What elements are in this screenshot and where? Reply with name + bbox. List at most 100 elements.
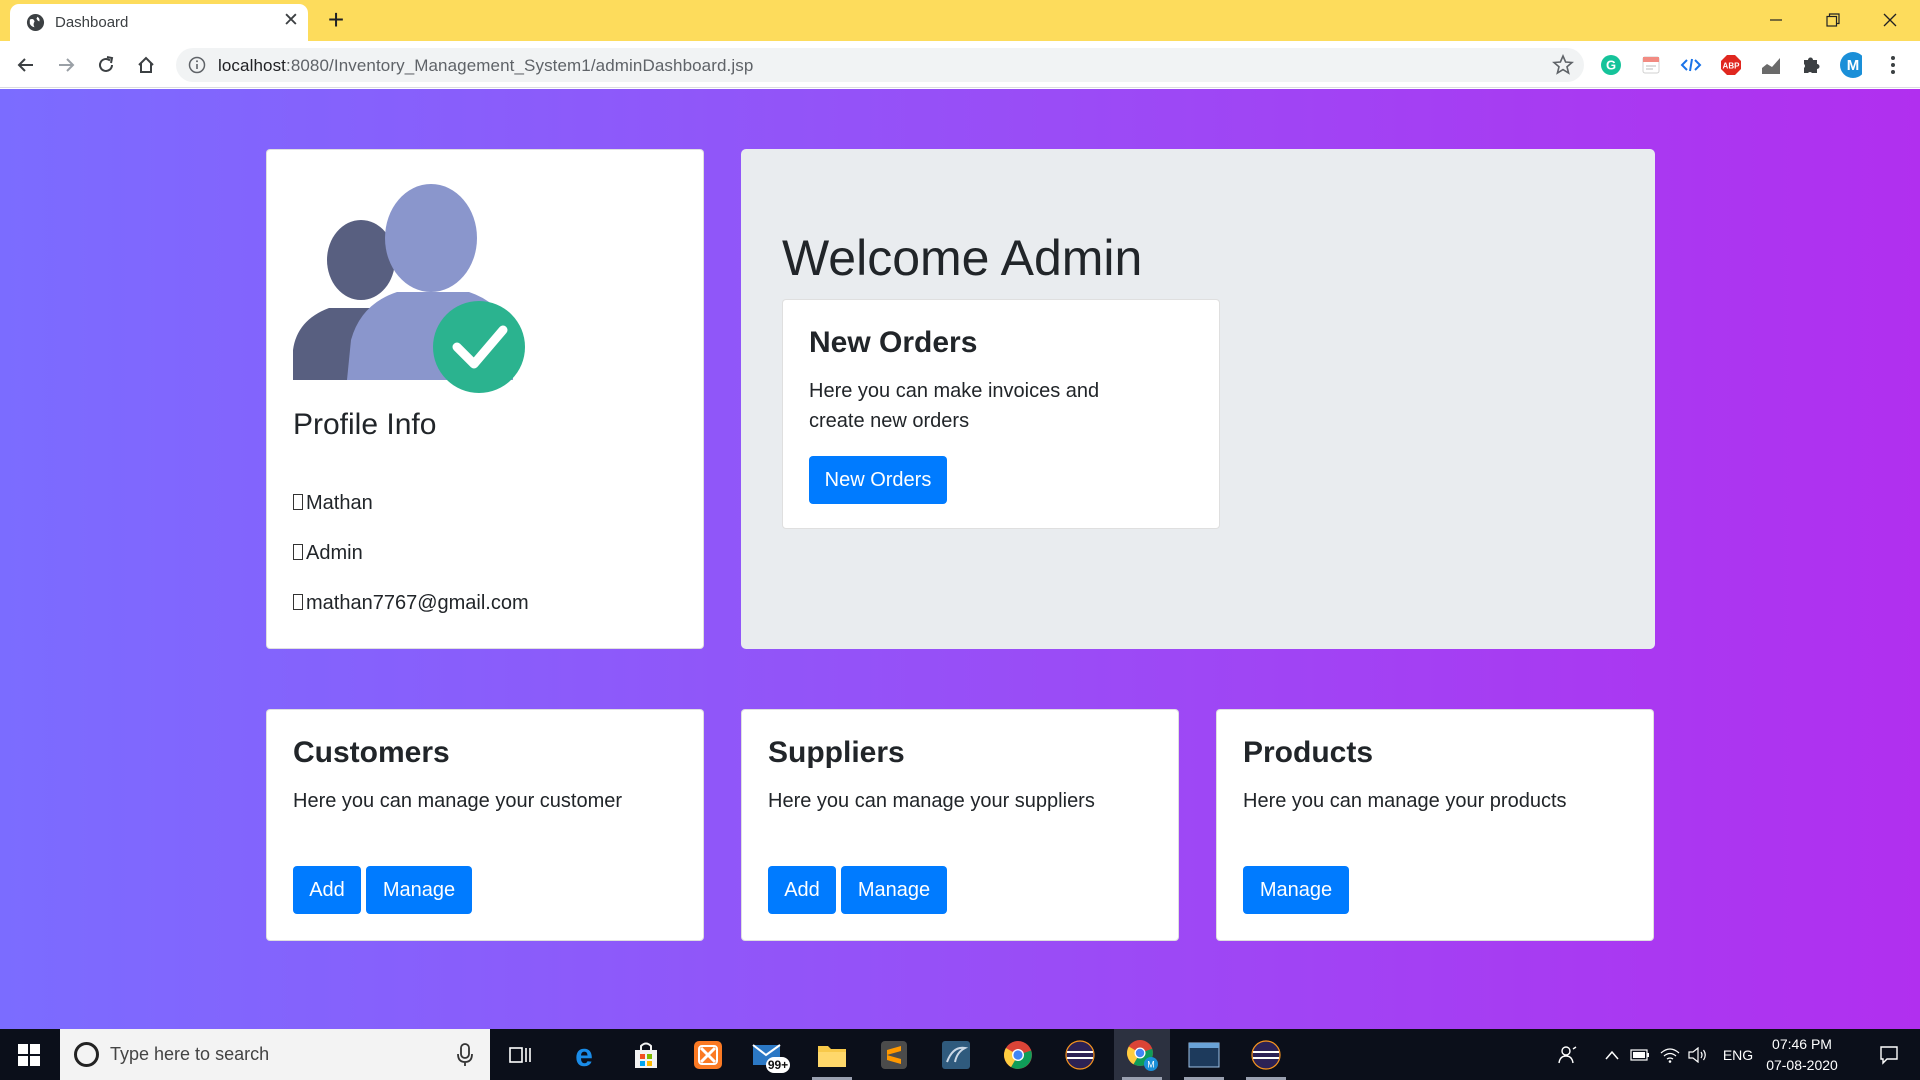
profile-name-text: Mathan (306, 492, 373, 514)
workbench-icon (942, 1040, 970, 1069)
svg-text:M: M (1847, 57, 1860, 74)
manage-products-button[interactable]: Manage (1243, 866, 1349, 914)
home-button[interactable] (130, 49, 162, 81)
taskbar-mysql-workbench[interactable] (928, 1029, 984, 1080)
profile-avatar[interactable]: M (1840, 52, 1862, 78)
code-extension-icon[interactable] (1680, 54, 1702, 76)
taskbar-mysql-client[interactable] (1176, 1029, 1232, 1080)
profile-email-text: mathan7767@gmail.com (306, 592, 529, 614)
tab-dashboard[interactable]: Dashboard ✕ (10, 4, 308, 41)
svg-text:99+: 99+ (768, 1058, 788, 1072)
info-icon[interactable] (188, 56, 206, 74)
notification-icon (1880, 1045, 1898, 1065)
url-path: :8080/Inventory_Management_System1/admin… (286, 56, 754, 75)
mail-icon: 99+ (752, 1043, 790, 1073)
new-orders-button[interactable]: New Orders (809, 456, 947, 504)
more-menu-icon[interactable] (1882, 54, 1904, 76)
suppliers-text: Here you can manage your suppliers (768, 790, 1095, 812)
start-button[interactable] (0, 1029, 58, 1080)
globe-icon (26, 13, 45, 32)
taskbar-eclipse[interactable] (1052, 1029, 1108, 1080)
chevron-up-icon (1605, 1050, 1619, 1059)
taskbar-sublime[interactable] (866, 1029, 922, 1080)
grammarly-icon[interactable]: G (1600, 54, 1622, 76)
taskbar-search-box[interactable]: Type here to search (60, 1029, 490, 1080)
wifi-icon (1660, 1047, 1680, 1063)
people-tray-icon[interactable] (1552, 1029, 1584, 1080)
kebab-logo (1891, 56, 1895, 74)
eclipse-icon-2 (1251, 1039, 1281, 1070)
clock-date: 07-08-2020 (1766, 1057, 1838, 1073)
taskbar-mail[interactable]: 99+ (742, 1029, 798, 1080)
volume-tray-icon[interactable] (1686, 1029, 1710, 1080)
products-card: Products Here you can manage your produc… (1216, 709, 1654, 941)
folder-icon (818, 1045, 846, 1067)
reload-button[interactable] (90, 49, 122, 81)
taskbar-clock[interactable]: 07:46 PM 07-08-2020 (1760, 1034, 1844, 1076)
taskbar-xampp[interactable] (680, 1029, 736, 1080)
taskbar-edge[interactable]: e (556, 1029, 612, 1080)
suppliers-title: Suppliers (768, 736, 905, 769)
windows-logo-icon (18, 1043, 40, 1066)
svg-text:M: M (1147, 1059, 1155, 1069)
back-button[interactable] (10, 49, 42, 81)
taskbar-search-placeholder: Type here to search (110, 1044, 270, 1064)
new-tab-button[interactable]: + (320, 6, 352, 36)
adblock-logo: ABP (1721, 55, 1741, 75)
star-icon[interactable] (1552, 54, 1574, 76)
email-icon (293, 594, 303, 610)
speaker-icon (1688, 1046, 1706, 1063)
profile-role: Admin (293, 542, 363, 565)
svg-text:e: e (575, 1040, 593, 1070)
stats-extension-icon[interactable] (1760, 54, 1782, 76)
url-host: localhost (218, 56, 286, 75)
taskbar-chrome-active[interactable]: M (1114, 1029, 1170, 1080)
add-customer-button[interactable]: Add (293, 866, 361, 914)
profile-card: Profile Info Mathan Admin mathan7767@gma… (266, 149, 704, 649)
user-icon (293, 494, 303, 510)
suppliers-card: Suppliers Here you can manage your suppl… (741, 709, 1179, 941)
taskbar-file-explorer[interactable] (804, 1029, 860, 1080)
microphone-icon[interactable] (456, 1043, 474, 1067)
manage-suppliers-button[interactable]: Manage (841, 866, 947, 914)
chrome-profile-icon: M (1127, 1039, 1158, 1071)
tab-close-icon[interactable]: ✕ (280, 10, 302, 32)
restore-icon (1826, 13, 1840, 27)
customers-card: Customers Here you can manage your custo… (266, 709, 704, 941)
new-orders-title: New Orders (809, 326, 978, 359)
xampp-icon (694, 1040, 722, 1069)
language-indicator[interactable]: ENG (1718, 1029, 1758, 1080)
taskbar-chrome[interactable] (990, 1029, 1046, 1080)
manage-customers-button[interactable]: Manage (366, 866, 472, 914)
grammarly-logo: G (1601, 55, 1621, 75)
url-text: localhost:8080/Inventory_Management_Syst… (218, 56, 753, 76)
minimize-button[interactable] (1748, 0, 1804, 40)
arrow-right-icon (59, 58, 75, 72)
tab-strip: Dashboard ✕ + (0, 0, 1920, 41)
adblock-icon[interactable]: ABP (1720, 54, 1742, 76)
store-icon (635, 1042, 657, 1068)
wifi-tray-icon[interactable] (1658, 1029, 1682, 1080)
profile-name: Mathan (293, 492, 373, 515)
address-bar[interactable]: localhost:8080/Inventory_Management_Syst… (176, 48, 1584, 82)
taskbar-store[interactable] (618, 1029, 674, 1080)
show-hidden-icons[interactable] (1600, 1029, 1624, 1080)
reload-icon (99, 56, 114, 72)
taskbar: Type here to search e 99+ M ENG 07:46 PM… (0, 1029, 1920, 1080)
arrow-left-icon (17, 58, 33, 72)
close-window-button[interactable] (1862, 0, 1918, 40)
taskbar-eclipse-2[interactable] (1238, 1029, 1294, 1080)
restore-button[interactable] (1805, 0, 1861, 40)
task-view-button[interactable] (492, 1029, 548, 1080)
page-background: Profile Info Mathan Admin mathan7767@gma… (0, 89, 1920, 1029)
forward-button[interactable] (50, 49, 82, 81)
action-center-button[interactable] (1864, 1029, 1914, 1080)
eclipse-icon (1065, 1039, 1095, 1070)
new-orders-card: New Orders Here you can make invoices an… (782, 299, 1220, 529)
battery-tray-icon[interactable] (1628, 1029, 1652, 1080)
role-icon (293, 544, 303, 560)
products-title: Products (1243, 736, 1374, 769)
calendar-extension-icon[interactable] (1640, 54, 1662, 76)
add-supplier-button[interactable]: Add (768, 866, 836, 914)
extensions-puzzle-icon[interactable] (1800, 54, 1822, 76)
